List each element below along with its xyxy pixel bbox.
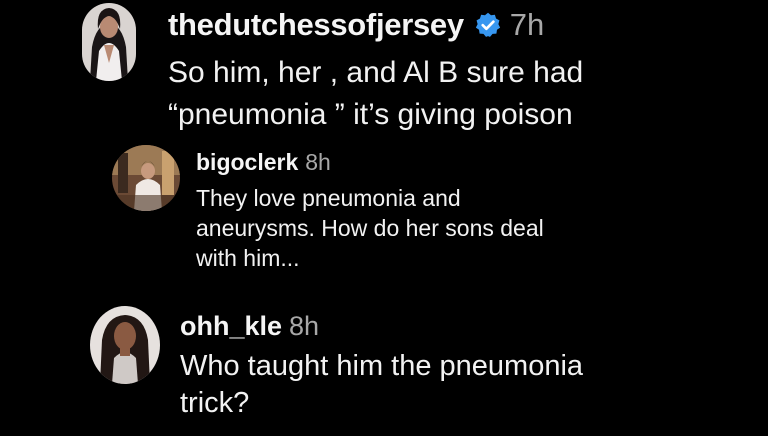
comment-item: thedutchessofjersey 7h So him, her , and… [82, 3, 728, 136]
comment-username[interactable]: bigoclerk [196, 149, 298, 176]
comment-timestamp: 8h [289, 310, 320, 341]
comment-username[interactable]: ohh_kle [180, 311, 282, 342]
comment-timestamp: 7h [509, 7, 545, 42]
comment-text: Who taught him the pneumonia trick? [180, 350, 584, 419]
comment-timestamp: 8h [305, 148, 331, 175]
avatar[interactable] [82, 3, 136, 81]
comment-item: ohh_kle 8h Who taught him the pneumonia … [90, 306, 700, 422]
avatar[interactable] [112, 145, 180, 211]
avatar[interactable] [90, 306, 160, 384]
reply-item: bigoclerk 8h They love pneumonia and ane… [112, 145, 596, 273]
comment-text: So him, her , and Al B sure had “pneumon… [168, 56, 584, 131]
comment-text: They love pneumonia and aneurysms. How d… [196, 185, 544, 271]
comment-username[interactable]: thedutchessofjersey [168, 7, 464, 43]
verified-badge-icon [474, 11, 502, 39]
